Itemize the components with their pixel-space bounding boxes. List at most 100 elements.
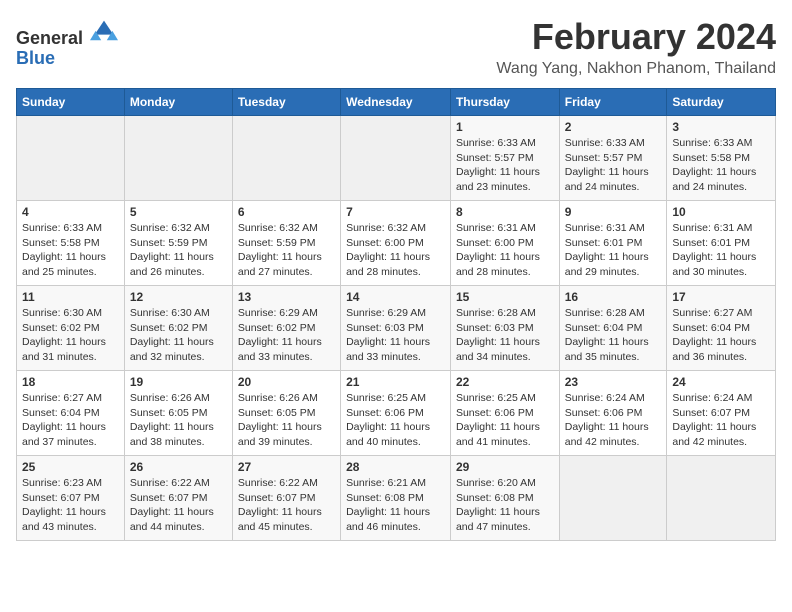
day-number: 29 [456, 460, 554, 474]
day-number: 12 [130, 290, 227, 304]
calendar-cell [341, 116, 451, 201]
logo-blue: Blue [16, 48, 55, 68]
day-info: Sunrise: 6:30 AMSunset: 6:02 PMDaylight:… [22, 306, 119, 365]
day-number: 17 [672, 290, 770, 304]
day-number: 9 [565, 205, 662, 219]
calendar-cell: 1 Sunrise: 6:33 AMSunset: 5:57 PMDaylight… [450, 116, 559, 201]
day-number: 8 [456, 205, 554, 219]
day-number: 27 [238, 460, 335, 474]
logo: General Blue [16, 16, 118, 69]
calendar-cell: 29 Sunrise: 6:20 AMSunset: 6:08 PMDayligh… [450, 456, 559, 541]
day-info: Sunrise: 6:25 AMSunset: 6:06 PMDaylight:… [346, 391, 445, 450]
calendar-title: February 2024 [496, 16, 776, 58]
day-info: Sunrise: 6:27 AMSunset: 6:04 PMDaylight:… [22, 391, 119, 450]
calendar-cell: 27 Sunrise: 6:22 AMSunset: 6:07 PMDayligh… [232, 456, 340, 541]
calendar-cell: 21 Sunrise: 6:25 AMSunset: 6:06 PMDayligh… [341, 371, 451, 456]
calendar-subtitle: Wang Yang, Nakhon Phanom, Thailand [496, 60, 776, 78]
day-info: Sunrise: 6:27 AMSunset: 6:04 PMDaylight:… [672, 306, 770, 365]
day-info: Sunrise: 6:23 AMSunset: 6:07 PMDaylight:… [22, 476, 119, 535]
calendar-cell: 19Sunrise: 6:26 AMSunset: 6:05 PMDayligh… [124, 371, 232, 456]
day-info: Sunrise: 6:31 AMSunset: 6:00 PMDaylight:… [456, 221, 554, 280]
day-number: 16 [565, 290, 662, 304]
day-info: Sunrise: 6:26 AMSunset: 6:05 PMDaylight:… [238, 391, 335, 450]
calendar-cell: 17 Sunrise: 6:27 AMSunset: 6:04 PMDayligh… [667, 286, 776, 371]
calendar-cell: 5Sunrise: 6:32 AMSunset: 5:59 PMDaylight… [124, 201, 232, 286]
calendar-cell: 7 Sunrise: 6:32 AMSunset: 6:00 PMDaylight… [341, 201, 451, 286]
day-number: 23 [565, 375, 662, 389]
calendar-cell [124, 116, 232, 201]
calendar-cell: 23 Sunrise: 6:24 AMSunset: 6:06 PMDayligh… [559, 371, 667, 456]
calendar-cell: 26Sunrise: 6:22 AMSunset: 6:07 PMDayligh… [124, 456, 232, 541]
day-info: Sunrise: 6:25 AMSunset: 6:06 PMDaylight:… [456, 391, 554, 450]
day-info: Sunrise: 6:22 AMSunset: 6:07 PMDaylight:… [130, 476, 227, 535]
calendar-cell: 13 Sunrise: 6:29 AMSunset: 6:02 PMDayligh… [232, 286, 340, 371]
calendar-cell: 6Sunrise: 6:32 AMSunset: 5:59 PMDaylight… [232, 201, 340, 286]
day-info: Sunrise: 6:29 AMSunset: 6:03 PMDaylight:… [346, 306, 445, 365]
logo-icon [90, 16, 118, 44]
calendar-cell: 25 Sunrise: 6:23 AMSunset: 6:07 PMDayligh… [17, 456, 125, 541]
day-number: 18 [22, 375, 119, 389]
day-info: Sunrise: 6:29 AMSunset: 6:02 PMDaylight:… [238, 306, 335, 365]
day-number: 7 [346, 205, 445, 219]
calendar-cell: 14 Sunrise: 6:29 AMSunset: 6:03 PMDayligh… [341, 286, 451, 371]
calendar-cell [559, 456, 667, 541]
day-number: 21 [346, 375, 445, 389]
weekday-header-friday: Friday [559, 89, 667, 116]
calendar-cell: 12 Sunrise: 6:30 AMSunset: 6:02 PMDayligh… [124, 286, 232, 371]
calendar-cell: 2 Sunrise: 6:33 AMSunset: 5:57 PMDaylight… [559, 116, 667, 201]
day-info: Sunrise: 6:31 AMSunset: 6:01 PMDaylight:… [565, 221, 662, 280]
day-number: 19 [130, 375, 227, 389]
calendar-cell: 24 Sunrise: 6:24 AMSunset: 6:07 PMDayligh… [667, 371, 776, 456]
weekday-header-monday: Monday [124, 89, 232, 116]
calendar-cell: 22 Sunrise: 6:25 AMSunset: 6:06 PMDayligh… [450, 371, 559, 456]
day-number: 15 [456, 290, 554, 304]
calendar-cell: 28Sunrise: 6:21 AMSunset: 6:08 PMDayligh… [341, 456, 451, 541]
day-number: 22 [456, 375, 554, 389]
day-number: 25 [22, 460, 119, 474]
day-number: 11 [22, 290, 119, 304]
calendar-cell: 18 Sunrise: 6:27 AMSunset: 6:04 PMDayligh… [17, 371, 125, 456]
day-info: Sunrise: 6:33 AMSunset: 5:58 PMDaylight:… [22, 221, 119, 280]
calendar-cell: 20 Sunrise: 6:26 AMSunset: 6:05 PMDayligh… [232, 371, 340, 456]
day-number: 13 [238, 290, 335, 304]
day-number: 4 [22, 205, 119, 219]
day-number: 24 [672, 375, 770, 389]
day-info: Sunrise: 6:33 AMSunset: 5:57 PMDaylight:… [456, 136, 554, 195]
weekday-header-saturday: Saturday [667, 89, 776, 116]
day-info: Sunrise: 6:22 AMSunset: 6:07 PMDaylight:… [238, 476, 335, 535]
weekday-header-wednesday: Wednesday [341, 89, 451, 116]
day-info: Sunrise: 6:33 AMSunset: 5:58 PMDaylight:… [672, 136, 770, 195]
calendar-cell: 15 Sunrise: 6:28 AMSunset: 6:03 PMDayligh… [450, 286, 559, 371]
day-info: Sunrise: 6:24 AMSunset: 6:07 PMDaylight:… [672, 391, 770, 450]
day-number: 1 [456, 120, 554, 134]
calendar-cell: 16 Sunrise: 6:28 AMSunset: 6:04 PMDayligh… [559, 286, 667, 371]
day-info: Sunrise: 6:32 AMSunset: 5:59 PMDaylight:… [238, 221, 335, 280]
logo-general: General [16, 28, 83, 48]
day-number: 10 [672, 205, 770, 219]
weekday-header-tuesday: Tuesday [232, 89, 340, 116]
calendar-cell: 8 Sunrise: 6:31 AMSunset: 6:00 PMDaylight… [450, 201, 559, 286]
calendar-cell [667, 456, 776, 541]
day-number: 5 [130, 205, 227, 219]
day-info: Sunrise: 6:32 AMSunset: 6:00 PMDaylight:… [346, 221, 445, 280]
day-info: Sunrise: 6:30 AMSunset: 6:02 PMDaylight:… [130, 306, 227, 365]
day-info: Sunrise: 6:24 AMSunset: 6:06 PMDaylight:… [565, 391, 662, 450]
calendar-cell: 10 Sunrise: 6:31 AMSunset: 6:01 PMDayligh… [667, 201, 776, 286]
day-info: Sunrise: 6:28 AMSunset: 6:04 PMDaylight:… [565, 306, 662, 365]
calendar-cell: 9 Sunrise: 6:31 AMSunset: 6:01 PMDaylight… [559, 201, 667, 286]
weekday-header-thursday: Thursday [450, 89, 559, 116]
title-area: February 2024 Wang Yang, Nakhon Phanom, … [496, 16, 776, 78]
calendar-cell: 4 Sunrise: 6:33 AMSunset: 5:58 PMDaylight… [17, 201, 125, 286]
day-info: Sunrise: 6:33 AMSunset: 5:57 PMDaylight:… [565, 136, 662, 195]
calendar-cell [232, 116, 340, 201]
day-info: Sunrise: 6:20 AMSunset: 6:08 PMDaylight:… [456, 476, 554, 535]
day-number: 20 [238, 375, 335, 389]
calendar-table: SundayMondayTuesdayWednesdayThursdayFrid… [16, 88, 776, 541]
calendar-cell: 3 Sunrise: 6:33 AMSunset: 5:58 PMDaylight… [667, 116, 776, 201]
day-number: 14 [346, 290, 445, 304]
day-info: Sunrise: 6:21 AMSunset: 6:08 PMDaylight:… [346, 476, 445, 535]
day-info: Sunrise: 6:31 AMSunset: 6:01 PMDaylight:… [672, 221, 770, 280]
day-number: 2 [565, 120, 662, 134]
day-info: Sunrise: 6:28 AMSunset: 6:03 PMDaylight:… [456, 306, 554, 365]
day-number: 3 [672, 120, 770, 134]
